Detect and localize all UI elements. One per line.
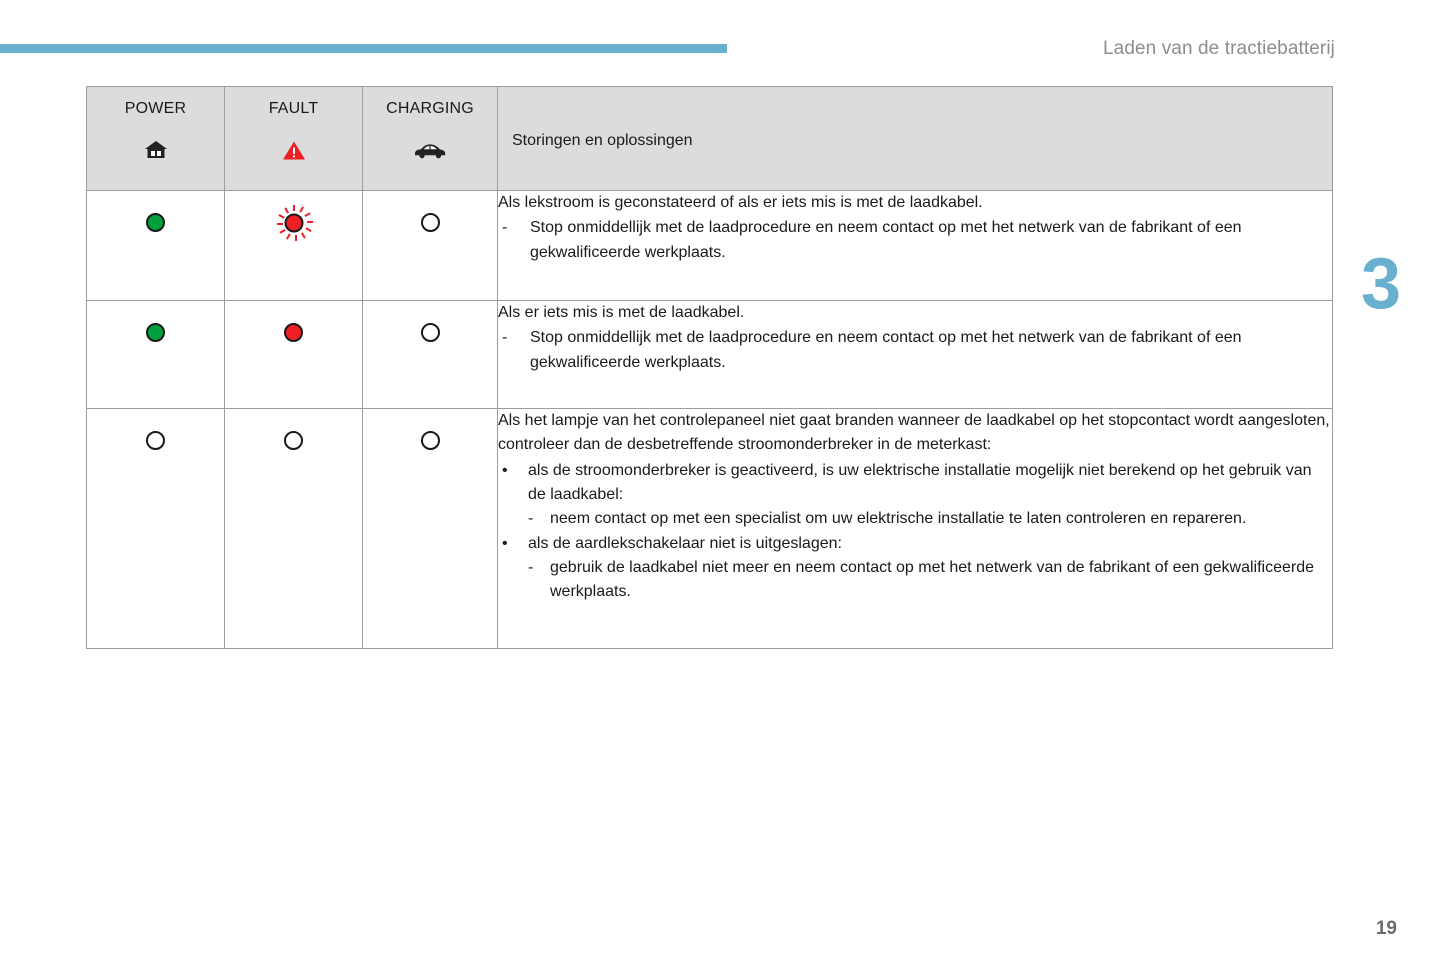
dash-marker: - [502,219,508,237]
led-cell-fault [224,408,363,649]
column-label-charging: CHARGING [386,100,474,117]
led-cell-charging [362,300,498,409]
description-intro: Als het lampje van het controlepaneel ni… [498,412,1330,454]
description-cell: Als het lampje van het controlepaneel ni… [497,408,1333,649]
description-header-label: Storingen en oplossingen [512,132,693,149]
led-indicator-off [420,213,440,232]
warning-triangle-icon [282,138,306,162]
description-dash-item: - Stop onmiddellijk met de laadprocedure… [498,216,1332,265]
table-row: Als er iets mis is met de laadkabel. - S… [86,300,1333,409]
table-header-row: POWER FAULT CHARGING Storingen en oploss… [86,86,1333,191]
led-cell-fault [224,190,363,301]
bullet-text: als de stroomonderbreker is geactiveerd,… [528,461,1312,503]
sub-dash-text: neem contact op met een specialist om uw… [550,510,1247,528]
header-accent-bar [0,44,727,53]
led-indicator-off [284,431,303,450]
led-indicator-off [420,323,440,342]
dash-marker: - [528,510,534,528]
page-title: Laden van de tractiebatterij [1102,38,1335,59]
column-header-power: POWER [86,86,225,191]
led-indicator-red-blinking [274,203,314,243]
chapter-number: 3 [1360,244,1401,324]
dash-text: Stop onmiddellijk met de laadprocedure e… [530,219,1242,261]
led-cell-power [86,190,225,301]
dash-marker: - [502,329,508,347]
led-cell-charging [362,408,498,649]
page-number: 19 [1375,918,1397,939]
dash-marker: - [528,558,534,576]
table-row: Als het lampje van het controlepaneel ni… [86,408,1333,649]
table-row: Als lekstroom is geconstateerd of als er… [86,190,1333,301]
status-table-container: POWER FAULT CHARGING Storingen en oploss… [86,86,1333,649]
description-intro: Als er iets mis is met de laadkabel. [498,304,745,321]
status-indicator-table: POWER FAULT CHARGING Storingen en oploss… [86,86,1333,649]
led-indicator-green [146,323,165,342]
description-cell: Als er iets mis is met de laadkabel. - S… [497,300,1333,409]
led-indicator-red [284,323,303,342]
led-cell-power [86,408,225,649]
bullet-marker: • [502,534,508,552]
table-body: Als lekstroom is geconstateerd of als er… [86,190,1333,649]
led-indicator-off [146,431,165,450]
car-icon [413,138,447,162]
dash-text: Stop onmiddellijk met de laadprocedure e… [530,329,1242,371]
led-cell-charging [362,190,498,301]
bullet-text: als de aardlekschakelaar niet is uitgesl… [528,534,842,552]
description-sub-dash-item: - neem contact op met een specialist om … [498,507,1332,531]
description-bullet-item: • als de stroomonderbreker is geactiveer… [498,459,1332,508]
description-intro: Als lekstroom is geconstateerd of als er… [498,194,983,211]
sub-dash-text: gebruik de laadkabel niet meer en neem c… [550,558,1315,601]
description-sub-dash-item: - gebruik de laadkabel niet meer en neem… [498,556,1332,605]
column-label-power: POWER [124,100,187,117]
table-header: POWER FAULT CHARGING Storingen en oploss… [86,86,1333,191]
led-cell-fault [224,300,363,409]
column-header-fault: FAULT [224,86,363,191]
column-label-fault: FAULT [268,100,319,117]
description-bullet-item: • als de aardlekschakelaar niet is uitge… [498,532,1332,556]
led-indicator-green [146,213,165,232]
description-cell: Als lekstroom is geconstateerd of als er… [497,190,1333,301]
manual-page: Laden van de tractiebatterij 3 POWER FAU… [0,0,1445,964]
led-cell-power [86,300,225,409]
house-icon [144,138,168,162]
bullet-marker: • [502,461,508,479]
led-indicator-off [420,431,440,450]
column-header-description: Storingen en oplossingen [497,86,1333,191]
column-header-charging: CHARGING [362,86,498,191]
description-dash-item: - Stop onmiddellijk met de laadprocedure… [498,326,1332,375]
